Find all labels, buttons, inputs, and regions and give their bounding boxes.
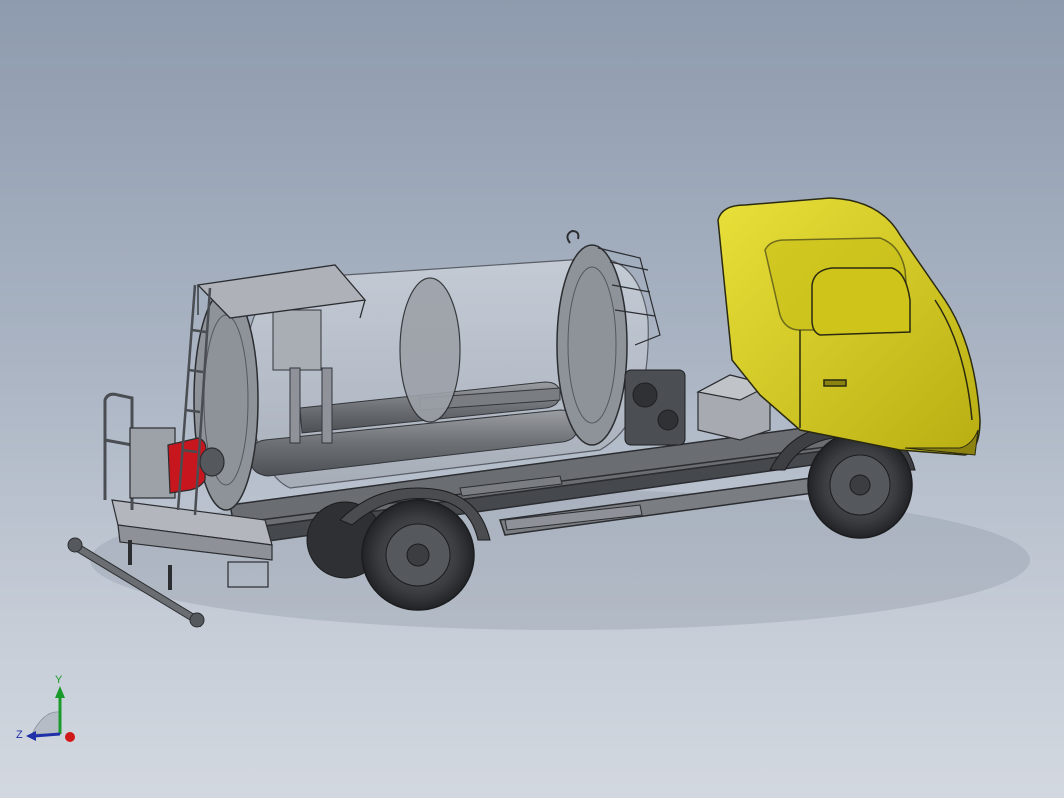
graphics-viewport[interactable]: Y Z <box>0 0 1064 798</box>
coordinate-triad: Y Z <box>16 674 75 742</box>
cab-window <box>811 267 911 336</box>
pump-engine <box>624 369 686 446</box>
triad-plane-indicator <box>31 711 61 735</box>
triad-z-arrow <box>26 731 36 741</box>
triad-y-arrow <box>55 686 65 698</box>
truck-3d-model[interactable] <box>0 0 1064 798</box>
triad-z-axis <box>33 732 61 738</box>
triad-z-label: Z <box>16 729 23 741</box>
triad-x-axis <box>65 732 75 742</box>
rear-handrail <box>103 392 134 510</box>
triad-y-label: Y <box>55 674 63 686</box>
tank-baffle <box>399 277 461 423</box>
